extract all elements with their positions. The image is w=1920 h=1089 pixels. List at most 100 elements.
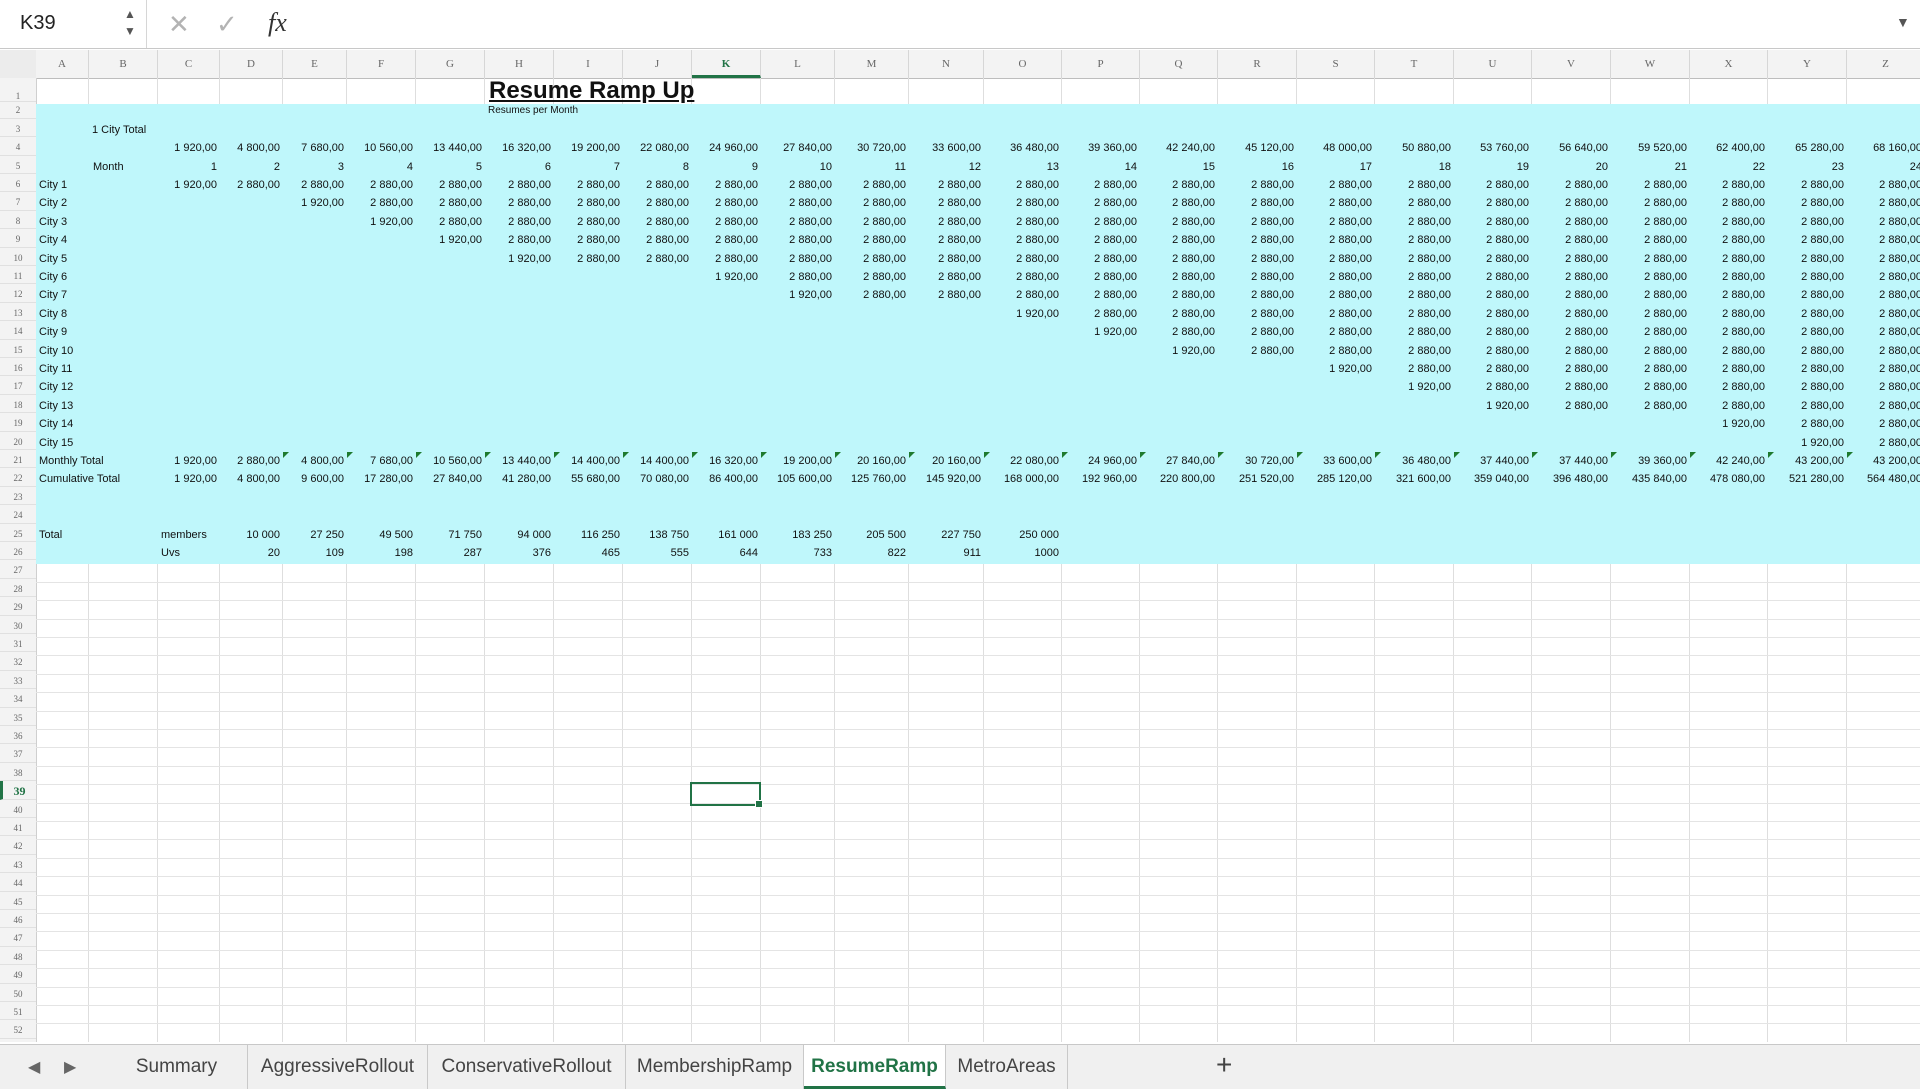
- row-header-42[interactable]: 42: [0, 836, 36, 854]
- add-sheet-button[interactable]: +: [1216, 1049, 1232, 1081]
- row-header-24[interactable]: 24: [0, 505, 36, 523]
- cancel-icon[interactable]: ✕: [168, 9, 190, 40]
- row-header-7[interactable]: 7: [0, 192, 36, 210]
- row-header-32[interactable]: 32: [0, 652, 36, 670]
- row-header-8[interactable]: 8: [0, 211, 36, 229]
- fill-handle[interactable]: [755, 800, 763, 808]
- row-header-6[interactable]: 6: [0, 174, 36, 192]
- formula-input[interactable]: [306, 4, 1886, 44]
- tab-scroll-right-icon[interactable]: ▶: [64, 1057, 76, 1077]
- row-header-33[interactable]: 33: [0, 671, 36, 689]
- column-header-u[interactable]: U: [1454, 50, 1532, 78]
- tab-scroll-left-icon[interactable]: ◀: [28, 1057, 40, 1077]
- sheet-tab-resumeramp[interactable]: ResumeRamp: [804, 1045, 946, 1089]
- row-header-23[interactable]: 23: [0, 487, 36, 505]
- column-header-s[interactable]: S: [1297, 50, 1375, 78]
- row-header-30[interactable]: 30: [0, 616, 36, 634]
- row-header-21[interactable]: 21: [0, 450, 36, 468]
- column-header-a[interactable]: A: [36, 50, 89, 78]
- column-header-m[interactable]: M: [835, 50, 909, 78]
- row-header-22[interactable]: 22: [0, 468, 36, 486]
- column-header-k[interactable]: K: [692, 50, 761, 78]
- row-header-36[interactable]: 36: [0, 726, 36, 744]
- column-header-r[interactable]: R: [1218, 50, 1297, 78]
- column-header-b[interactable]: B: [89, 50, 158, 78]
- row-header-10[interactable]: 10: [0, 248, 36, 266]
- column-header-n[interactable]: N: [909, 50, 984, 78]
- row-header-29[interactable]: 29: [0, 597, 36, 615]
- row-header-19[interactable]: 19: [0, 413, 36, 431]
- row-header-20[interactable]: 20: [0, 432, 36, 450]
- column-header-z[interactable]: Z: [1847, 50, 1920, 78]
- row-header-28[interactable]: 28: [0, 579, 36, 597]
- row-header-45[interactable]: 45: [0, 892, 36, 910]
- row-header-47[interactable]: 47: [0, 928, 36, 946]
- row-header-14[interactable]: 14: [0, 321, 36, 339]
- selected-cell[interactable]: [690, 782, 761, 805]
- sheet-tab-metroareas[interactable]: MetroAreas: [946, 1045, 1068, 1089]
- sheet-tab-conservativerollout[interactable]: ConservativeRollout: [428, 1045, 626, 1089]
- row-header-9[interactable]: 9: [0, 229, 36, 247]
- row-header-52[interactable]: 52: [0, 1020, 36, 1038]
- row-header-34[interactable]: 34: [0, 689, 36, 707]
- column-header-l[interactable]: L: [761, 50, 835, 78]
- row-header-27[interactable]: 27: [0, 560, 36, 578]
- column-header-e[interactable]: E: [283, 50, 347, 78]
- worksheet-grid[interactable]: ABCDEFGHIJKLMNOPQRSTUVWXYZ 1234567891011…: [0, 50, 1920, 1042]
- row-header-2[interactable]: 2: [0, 100, 36, 118]
- column-header-w[interactable]: W: [1611, 50, 1690, 78]
- cell-area[interactable]: Resume Ramp UpResumes per Month1 City To…: [36, 78, 1920, 1042]
- column-header-h[interactable]: H: [485, 50, 554, 78]
- row-header-31[interactable]: 31: [0, 634, 36, 652]
- column-header-q[interactable]: Q: [1140, 50, 1218, 78]
- column-header-p[interactable]: P: [1062, 50, 1140, 78]
- city-value: 2 880,00: [1611, 231, 1690, 249]
- row-header-46[interactable]: 46: [0, 910, 36, 928]
- column-header-v[interactable]: V: [1532, 50, 1611, 78]
- sheet-tab-membershipramp[interactable]: MembershipRamp: [626, 1045, 804, 1089]
- name-box-stepper-icon[interactable]: ▲▼: [124, 6, 136, 40]
- row-header-41[interactable]: 41: [0, 818, 36, 836]
- row-header-44[interactable]: 44: [0, 873, 36, 891]
- row-header-37[interactable]: 37: [0, 744, 36, 762]
- row-header-4[interactable]: 4: [0, 137, 36, 155]
- select-all-corner[interactable]: [0, 50, 37, 79]
- column-header-t[interactable]: T: [1375, 50, 1454, 78]
- row-header-13[interactable]: 13: [0, 303, 36, 321]
- insert-function-icon[interactable]: fx: [268, 8, 287, 38]
- enter-icon[interactable]: ✓: [216, 9, 238, 40]
- column-header-d[interactable]: D: [220, 50, 283, 78]
- row-header-1[interactable]: 1: [0, 78, 36, 102]
- column-header-j[interactable]: J: [623, 50, 692, 78]
- row-header-12[interactable]: 12: [0, 284, 36, 302]
- sheet-tab-summary[interactable]: Summary: [106, 1045, 248, 1089]
- column-header-i[interactable]: I: [554, 50, 623, 78]
- row-header-3[interactable]: 3: [0, 119, 36, 137]
- chevron-down-icon[interactable]: ▼: [1896, 14, 1910, 30]
- row-header-18[interactable]: 18: [0, 395, 36, 413]
- row-header-16[interactable]: 16: [0, 358, 36, 376]
- row-header-25[interactable]: 25: [0, 524, 36, 542]
- row-header-17[interactable]: 17: [0, 376, 36, 394]
- row-header-39[interactable]: 39: [0, 781, 36, 799]
- column-header-c[interactable]: C: [158, 50, 220, 78]
- column-header-f[interactable]: F: [347, 50, 416, 78]
- row-header-40[interactable]: 40: [0, 800, 36, 818]
- row-header-5[interactable]: 5: [0, 156, 36, 174]
- row-header-38[interactable]: 38: [0, 763, 36, 781]
- row-header-35[interactable]: 35: [0, 708, 36, 726]
- name-box[interactable]: K39 ▲▼: [0, 0, 147, 48]
- row-header-26[interactable]: 26: [0, 542, 36, 560]
- row-header-50[interactable]: 50: [0, 984, 36, 1002]
- column-header-y[interactable]: Y: [1768, 50, 1847, 78]
- column-header-g[interactable]: G: [416, 50, 485, 78]
- sheet-tab-aggressiverollout[interactable]: AggressiveRollout: [248, 1045, 428, 1089]
- column-header-x[interactable]: X: [1690, 50, 1768, 78]
- row-header-51[interactable]: 51: [0, 1002, 36, 1020]
- row-header-11[interactable]: 11: [0, 266, 36, 284]
- column-header-o[interactable]: O: [984, 50, 1062, 78]
- row-header-43[interactable]: 43: [0, 855, 36, 873]
- row-header-15[interactable]: 15: [0, 340, 36, 358]
- row-header-48[interactable]: 48: [0, 947, 36, 965]
- row-header-49[interactable]: 49: [0, 965, 36, 983]
